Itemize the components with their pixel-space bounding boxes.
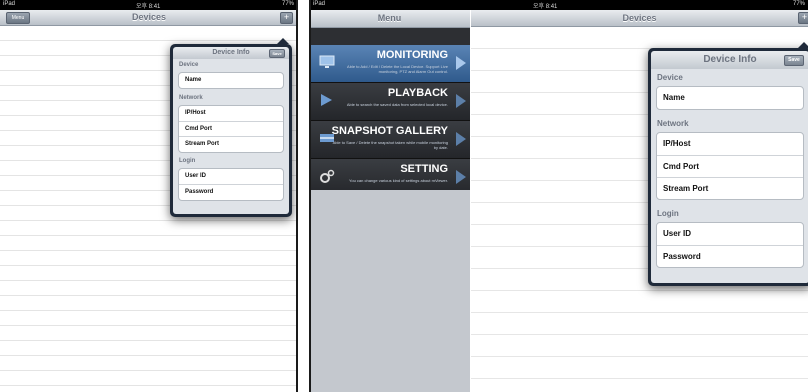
menu-title: Menu	[309, 10, 470, 28]
password-field[interactable]: Password	[657, 245, 803, 266]
save-button[interactable]: Save	[784, 55, 804, 66]
section-device: Device	[657, 73, 683, 82]
section-network: Network	[179, 95, 203, 101]
name-field[interactable]: Name	[179, 73, 283, 87]
menu-item-title: MONITORING	[376, 49, 448, 61]
menu-empty-area	[309, 190, 470, 392]
menu-item-title: SNAPSHOT GALLERY	[331, 125, 448, 137]
chevron-right-icon	[456, 132, 466, 146]
menu-item-title: SETTING	[400, 163, 448, 175]
nav-bar: Menu Devices +	[0, 10, 298, 26]
password-field[interactable]: Password	[179, 184, 283, 198]
iphost-field[interactable]: IP/Host	[657, 133, 803, 154]
clock-label: 오후 8:41	[136, 4, 161, 10]
menu-item-playback[interactable]: PLAYBACK Able to search the saved data f…	[309, 83, 470, 121]
chevron-right-icon	[456, 94, 466, 108]
carrier-label: iPad	[313, 1, 326, 7]
add-device-button[interactable]: +	[798, 12, 808, 24]
cmdport-field[interactable]: Cmd Port	[657, 155, 803, 176]
popover-body: Device Name Network IP/Host Cmd Port Str…	[651, 69, 808, 283]
userid-field[interactable]: User ID	[179, 169, 283, 183]
menu-item-desc: Able to Add / Edit / Delete the Local De…	[347, 64, 448, 74]
status-bar: iPad 오후 8:41 77%	[0, 0, 298, 10]
name-field[interactable]: Name	[657, 87, 803, 108]
menu-item-desc: Able to search the saved data from selec…	[346, 102, 448, 107]
popover-body: Device Name Network IP/Host Cmd Port Str…	[173, 59, 289, 214]
section-device: Device	[179, 62, 199, 68]
menu-item-monitoring[interactable]: MONITORING Able to Add / Edit / Delete t…	[309, 45, 470, 83]
chevron-right-icon	[456, 56, 466, 70]
cmdport-field[interactable]: Cmd Port	[179, 121, 283, 135]
network-group: IP/Host Cmd Port Stream Port	[656, 132, 804, 200]
add-device-button[interactable]: +	[280, 12, 293, 24]
section-login: Login	[657, 209, 679, 218]
network-group: IP/Host Cmd Port Stream Port	[178, 105, 284, 153]
chevron-right-icon	[456, 170, 466, 184]
screen-bezel	[309, 0, 311, 392]
menu-item-title: PLAYBACK	[387, 87, 448, 99]
device-group: Name	[178, 72, 284, 89]
login-group: User ID Password	[178, 168, 284, 201]
page-title: Devices	[622, 13, 657, 23]
clock-label: 오후 8:41	[533, 4, 558, 10]
battery-label: 77%	[792, 1, 805, 7]
status-bar: iPad 오후 8:41 77%	[309, 0, 808, 10]
section-network: Network	[657, 119, 689, 128]
menu-item-snapshot-gallery[interactable]: SNAPSHOT GALLERY Able to Save / Delete t…	[309, 121, 470, 159]
streamport-field[interactable]: Stream Port	[179, 136, 283, 150]
screenshot-left: iPad 오후 8:41 77% Menu Devices + Device I…	[0, 0, 298, 392]
battery-label: 77%	[281, 1, 294, 7]
device-info-popover: Device Info Save Device Name Network IP/…	[648, 42, 808, 286]
popover-title: Device Info	[703, 54, 757, 65]
side-menu: Menu MONITORING Able to Add / Edit / Del…	[309, 10, 470, 392]
device-info-popover: Device Info Save Device Name Network IP/…	[170, 38, 292, 217]
page-title: Devices	[131, 12, 167, 22]
login-group: User ID Password	[656, 222, 804, 268]
popover-header: Device Info Save	[651, 51, 808, 69]
menu-item-desc: Able to Save / Delete the snapshot taken…	[332, 140, 448, 150]
nav-bar: Devices +	[471, 10, 808, 27]
popover-arrow	[798, 42, 808, 48]
streamport-field[interactable]: Stream Port	[657, 177, 803, 198]
iphost-field[interactable]: IP/Host	[179, 106, 283, 120]
save-button[interactable]: Save	[269, 49, 285, 58]
userid-field[interactable]: User ID	[657, 223, 803, 244]
device-group: Name	[656, 86, 804, 110]
popover-title: Device Info	[212, 49, 250, 56]
screen-bezel	[296, 0, 298, 392]
screenshot-right: iPad 오후 8:41 77% Menu MONITORING Able to…	[309, 0, 808, 392]
popover-header: Device Info Save	[173, 47, 289, 59]
popover-arrow	[277, 38, 289, 44]
carrier-label: iPad	[3, 1, 16, 7]
menu-item-desc: You can change various kind of settings …	[349, 178, 448, 183]
section-login: Login	[179, 158, 196, 164]
